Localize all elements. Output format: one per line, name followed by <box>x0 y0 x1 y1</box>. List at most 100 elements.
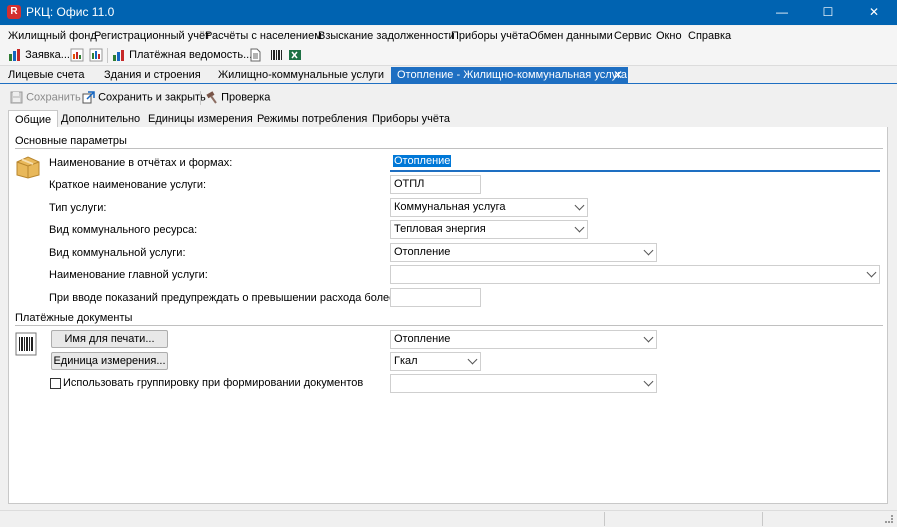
short-name-input[interactable]: ОТПЛ <box>390 175 481 194</box>
save-label: Сохранить <box>26 91 81 104</box>
section-divider <box>15 148 883 149</box>
maximize-button[interactable]: ☐ <box>805 0 851 25</box>
menu-bar: Жилищный фонд Регистрационный учёт Расчё… <box>0 26 897 45</box>
document-icon <box>250 48 261 62</box>
service-type-value: Коммунальная услуга <box>394 201 506 213</box>
menu-data-exchange[interactable]: Обмен данными <box>529 30 613 42</box>
menu-settlements[interactable]: Расчёты с населением <box>205 30 322 42</box>
main-service-label: Наименование главной услуги: <box>49 269 208 281</box>
chevron-down-icon <box>866 267 877 278</box>
chart-icon <box>113 50 124 61</box>
status-divider <box>604 512 605 526</box>
tab-buildings[interactable]: Здания и строения <box>104 69 201 81</box>
document-tabs: Лицевые счета Здания и строения Жилищно-… <box>0 67 897 84</box>
grouping-label: Использовать группировку при формировани… <box>63 377 364 389</box>
tab-housing-services[interactable]: Жилищно-коммунальные услуги <box>218 69 384 81</box>
chevron-down-icon <box>467 354 478 365</box>
report-icon <box>70 48 84 62</box>
main-toolbar: Заявка... Платёжная ведомость... <box>0 45 897 66</box>
excel-icon <box>289 50 301 60</box>
resource-type-label: Вид коммунального ресурса: <box>49 224 198 236</box>
tab-meters[interactable]: Приборы учёта <box>372 113 450 125</box>
tab-personal-accounts[interactable]: Лицевые счета <box>8 69 84 81</box>
utility-type-label: Вид коммунальной услуги: <box>49 247 186 259</box>
unit-button[interactable]: Единица измерения... <box>51 352 168 370</box>
check-label: Проверка <box>221 91 271 104</box>
payment-docs-title: Платёжные документы <box>15 312 133 324</box>
window-title: РКЦ: Офис 11.0 <box>26 5 115 19</box>
tab-additional[interactable]: Дополнительно <box>61 113 140 125</box>
check-button[interactable]: Проверка <box>205 91 270 104</box>
menu-meters[interactable]: Приборы учёта <box>451 30 529 42</box>
unit-value: Гкал <box>394 355 418 367</box>
name-value: Отопление <box>393 155 452 167</box>
status-divider <box>762 512 763 526</box>
close-tab-icon[interactable]: ✕ <box>613 68 623 82</box>
tab-heating-service-label: Отопление - Жилищно-коммунальная услуга <box>397 69 627 81</box>
action-separator <box>200 91 201 105</box>
utility-type-select[interactable]: Отопление <box>390 243 657 262</box>
menu-help[interactable]: Справка <box>688 30 731 42</box>
grouping-checkbox[interactable] <box>50 378 61 389</box>
hammer-icon <box>206 91 217 104</box>
main-params-title: Основные параметры <box>15 135 127 147</box>
menu-registration[interactable]: Регистрационный учёт <box>94 30 210 42</box>
warn-input[interactable] <box>390 288 481 307</box>
chevron-down-icon <box>643 245 654 256</box>
chevron-down-icon <box>574 222 585 233</box>
tab-units[interactable]: Единицы измерения <box>148 113 253 125</box>
resource-type-select[interactable]: Тепловая энергия <box>390 220 588 239</box>
menu-housing-fund[interactable]: Жилищный фонд <box>8 30 97 42</box>
payment-statement-button[interactable]: Платёжная ведомость... <box>112 48 252 62</box>
box-icon <box>16 156 40 179</box>
chevron-down-icon <box>643 332 654 343</box>
warn-label: При вводе показаний предупреждать о прев… <box>49 292 421 304</box>
utility-type-value: Отопление <box>394 246 451 258</box>
short-name-label: Краткое наименование услуги: <box>49 179 207 191</box>
tab-consumption-modes[interactable]: Режимы потребления <box>257 113 367 125</box>
save-button[interactable]: Сохранить <box>10 91 81 104</box>
payment-statement-label: Платёжная ведомость... <box>129 48 253 61</box>
service-type-label: Тип услуги: <box>49 202 107 214</box>
barcode-document-icon <box>15 332 37 356</box>
print-name-button[interactable]: Имя для печати... <box>51 330 168 348</box>
document-button[interactable] <box>248 48 262 62</box>
report-icon <box>89 48 103 62</box>
menu-service[interactable]: Сервис <box>614 30 652 42</box>
toolbar-separator <box>107 48 108 63</box>
chart-icon <box>9 49 20 61</box>
name-label: Наименование в отчётах и формах: <box>49 157 233 169</box>
chevron-down-icon <box>574 200 585 211</box>
save-close-label: Сохранить и закрыть <box>98 91 206 104</box>
resource-type-value: Тепловая энергия <box>394 223 486 235</box>
status-bar <box>0 510 897 527</box>
report-button-1[interactable] <box>70 48 84 62</box>
title-bar: R РКЦ: Офис 11.0 — ☐ ✕ <box>0 0 897 25</box>
barcode-button[interactable] <box>270 48 284 62</box>
tab-heating-service[interactable]: Отопление - Жилищно-коммунальная услуга … <box>391 67 628 84</box>
unit-select[interactable]: Гкал <box>390 352 481 371</box>
grouping-select[interactable] <box>390 374 657 393</box>
save-close-button[interactable]: Сохранить и закрыть <box>82 91 206 104</box>
main-service-select[interactable] <box>390 265 880 284</box>
print-name-select[interactable]: Отопление <box>390 330 657 349</box>
report-button-2[interactable] <box>89 48 103 62</box>
print-name-value: Отопление <box>394 333 451 345</box>
name-input[interactable]: Отопление <box>390 153 880 172</box>
inner-tabs: Общие Дополнительно Единицы измерения Ре… <box>8 110 888 129</box>
close-window-button[interactable]: ✕ <box>851 0 897 25</box>
menu-debt-collection[interactable]: Взыскание задолженности <box>318 30 455 42</box>
section-divider <box>15 325 883 326</box>
resize-grip-icon[interactable] <box>885 515 893 523</box>
minimize-button[interactable]: — <box>759 0 805 25</box>
excel-export-button[interactable] <box>288 48 302 62</box>
floppy-disk-icon <box>10 91 23 104</box>
request-button[interactable]: Заявка... <box>8 48 70 62</box>
app-logo-icon: R <box>7 5 21 19</box>
general-panel: Основные параметры Наименование в отчёта… <box>8 127 888 504</box>
menu-window[interactable]: Окно <box>656 30 682 42</box>
save-close-icon <box>82 91 95 104</box>
request-label: Заявка... <box>25 48 70 61</box>
barcode-icon <box>271 50 282 60</box>
service-type-select[interactable]: Коммунальная услуга <box>390 198 588 217</box>
